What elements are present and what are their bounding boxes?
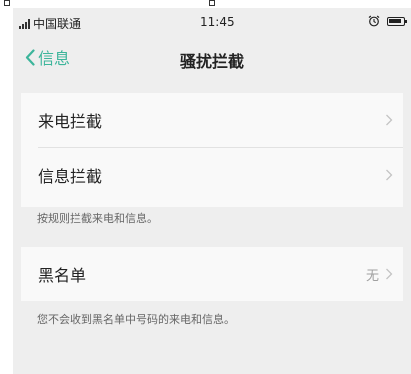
chevron-right-icon — [386, 114, 393, 126]
row-label: 来电拦截 — [38, 112, 103, 131]
carrier-name: 中国联通 — [33, 17, 82, 31]
selection-handle-left[interactable] — [4, 0, 10, 6]
status-right — [368, 15, 407, 27]
signal-icon — [19, 18, 30, 29]
row-message-block[interactable]: 信息拦截 — [21, 148, 403, 202]
row-blacklist[interactable]: 黑名单 无 — [21, 247, 403, 301]
row-label: 信息拦截 — [38, 167, 103, 186]
navigation-bar: 信息 骚扰拦截 — [13, 36, 411, 78]
blacklist-hint: 您不会收到黑名单中号码的来电和信息。 — [37, 313, 235, 326]
call-message-block-card: 来电拦截 信息拦截 — [21, 93, 403, 207]
blacklist-card: 黑名单 无 — [21, 247, 403, 301]
chevron-right-icon — [386, 169, 393, 181]
alarm-clock-icon — [368, 15, 380, 27]
selection-handle-right[interactable] — [209, 0, 215, 6]
status-time: 11:45 — [200, 15, 235, 29]
battery-icon — [387, 16, 407, 26]
status-bar: 中国联通 11:45 — [13, 8, 411, 36]
blacklist-value: 无 — [365, 268, 379, 284]
row-label: 黑名单 — [38, 266, 87, 285]
status-left: 中国联通 — [19, 15, 81, 32]
row-call-block[interactable]: 来电拦截 — [21, 93, 403, 147]
block-rules-hint: 按规则拦截来电和信息。 — [37, 212, 158, 225]
phone-screen: 中国联通 11:45 信息 骚扰拦截 来电拦截 信息拦截 按规则拦截来电和信息。… — [13, 8, 411, 374]
chevron-right-icon — [386, 268, 393, 280]
page-title: 骚扰拦截 — [179, 52, 244, 71]
